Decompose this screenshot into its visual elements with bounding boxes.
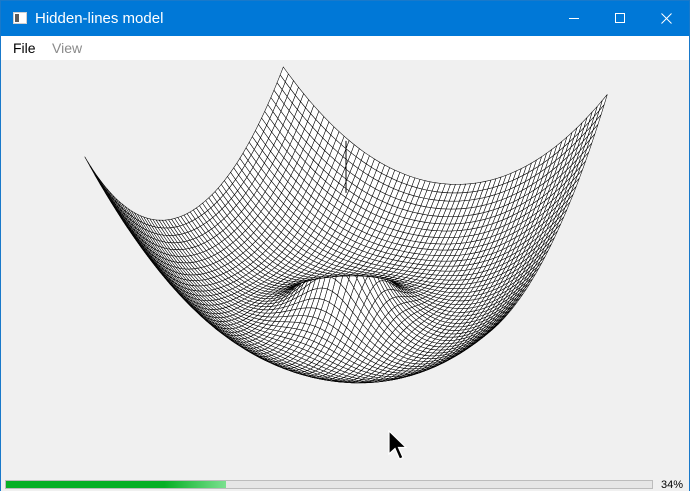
progress-percent-label: 34% (661, 479, 683, 492)
title-bar[interactable]: Hidden-lines model (1, 1, 689, 36)
menu-bar: File View (1, 36, 689, 60)
progress-bar (5, 480, 653, 489)
mouse-pointer-icon (388, 430, 408, 462)
close-button[interactable] (643, 1, 689, 36)
close-icon (661, 13, 672, 24)
window-title: Hidden-lines model (35, 10, 163, 28)
hidden-lines-surface-plot (5, 60, 687, 473)
app-window: Hidden-lines model File View 34% (0, 0, 690, 491)
progress-fill (6, 481, 226, 488)
menu-view[interactable]: View (52, 40, 82, 57)
maximize-icon (615, 13, 626, 24)
status-bar: 34% (1, 476, 689, 491)
app-window-icon[interactable] (13, 12, 27, 24)
minimize-button[interactable] (551, 1, 597, 36)
render-canvas[interactable] (5, 60, 687, 473)
menu-file[interactable]: File (13, 40, 36, 57)
maximize-button[interactable] (597, 1, 643, 36)
minimize-icon (569, 13, 580, 24)
